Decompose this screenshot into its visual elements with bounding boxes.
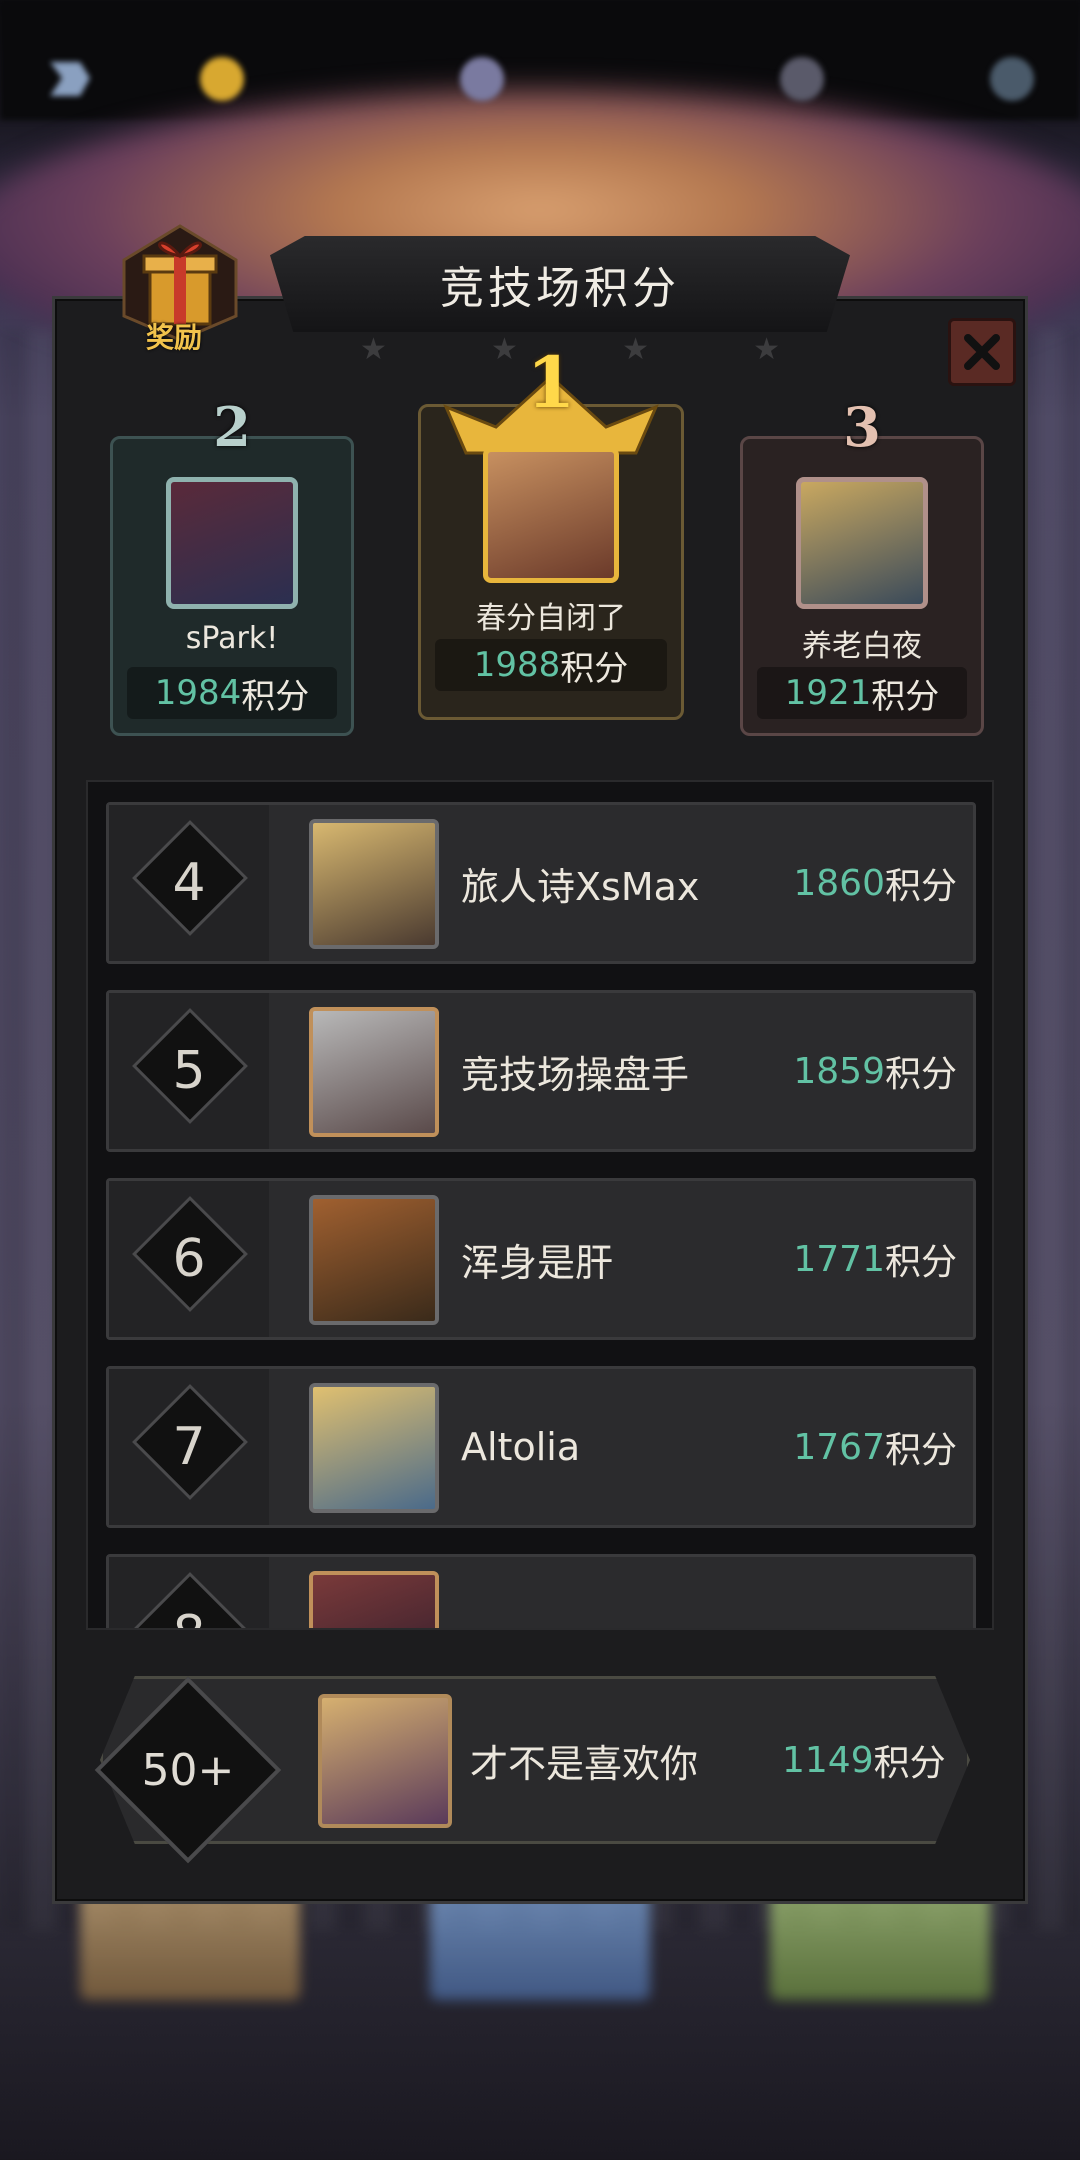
player-name: 春分自闭了 xyxy=(476,601,626,636)
rank-number: 7 xyxy=(172,1417,206,1477)
score-value: 1921 xyxy=(784,673,872,713)
player-score: 1771 积分 xyxy=(793,1181,957,1337)
player-score: 1860 积分 xyxy=(793,805,957,961)
podium-rank-2[interactable]: 2 sPark! 1984 积分 xyxy=(110,395,354,736)
score-unit: 积分 xyxy=(871,676,940,717)
podium-rank-number: 1 xyxy=(526,341,576,424)
avatar xyxy=(309,1007,439,1137)
back-icon xyxy=(40,52,100,106)
avatar xyxy=(309,819,439,949)
podium-rank-3[interactable]: 3 养老白夜 1921 积分 xyxy=(740,395,984,736)
player-name: 旅人诗XsMax xyxy=(461,864,700,909)
player-score: 1921 积分 xyxy=(757,667,967,719)
title-banner: 竞技场积分 xyxy=(270,236,850,332)
gold-coin-icon xyxy=(200,52,244,106)
my-rank: 50+ xyxy=(141,1744,235,1796)
ranking-row[interactable]: 5 竞技场操盘手 1859 积分 xyxy=(106,990,976,1152)
podium-rank-number: 2 xyxy=(213,395,251,459)
score-value: 1859 xyxy=(793,1050,885,1092)
score-value: 1984 xyxy=(154,673,242,713)
avatar xyxy=(309,1383,439,1513)
score-unit: 积分 xyxy=(884,1054,957,1095)
score-value: 1988 xyxy=(473,645,561,685)
player-name: 浑身是肝 xyxy=(461,1240,614,1285)
avatar xyxy=(796,477,928,609)
avatar xyxy=(309,1571,439,1628)
avatar xyxy=(318,1694,452,1828)
score-unit: 积分 xyxy=(873,1743,946,1784)
player-score: 1984 积分 xyxy=(127,667,337,719)
score-unit: 积分 xyxy=(560,648,629,689)
avatar xyxy=(309,1195,439,1325)
player-name: Altolia xyxy=(461,1425,581,1469)
score-unit: 积分 xyxy=(241,676,310,717)
score-value: 1860 xyxy=(793,862,885,904)
avatar xyxy=(483,447,619,583)
page-title: 竞技场积分 xyxy=(440,263,680,314)
close-icon xyxy=(964,334,1000,370)
avatar xyxy=(166,477,298,609)
ranking-row[interactable]: 7 Altolia 1767 积分 xyxy=(106,1366,976,1528)
rank-number: 6 xyxy=(172,1229,206,1289)
background-card xyxy=(80,1890,300,2000)
rank-number: 4 xyxy=(172,853,206,913)
background-card xyxy=(430,1890,650,2000)
podium-rank-number: 3 xyxy=(843,395,881,459)
my-score: 1149 积分 xyxy=(782,1676,946,1844)
settings-icon xyxy=(990,52,1034,106)
score-unit: 积分 xyxy=(884,866,957,907)
reward-label: 奖励 xyxy=(146,321,203,354)
player-name: 养老白夜 xyxy=(802,629,922,664)
player-name: sPark! xyxy=(185,621,279,656)
stamina-icon xyxy=(780,52,824,106)
gem-icon xyxy=(460,52,504,106)
score-value: 1767 xyxy=(793,1426,885,1468)
player-name: 竞技场操盘手 xyxy=(461,1052,690,1097)
player-score: 1859 积分 xyxy=(793,993,957,1149)
player-score: 1988 积分 xyxy=(435,639,667,691)
ranking-row[interactable]: 8 xyxy=(106,1554,976,1628)
background-card xyxy=(770,1890,990,2000)
player-score: 1767 积分 xyxy=(793,1369,957,1525)
score-value: 1149 xyxy=(782,1739,874,1781)
rank-number: 8 xyxy=(109,1557,269,1628)
score-unit: 积分 xyxy=(884,1242,957,1283)
podium-rank-1[interactable]: 1 春分自闭了 1988 积分 xyxy=(418,341,684,720)
my-name: 才不是喜欢你 xyxy=(470,1741,699,1786)
ranking-row[interactable]: 4 旅人诗XsMax 1860 积分 xyxy=(106,802,976,964)
close-button[interactable] xyxy=(948,318,1016,386)
score-unit: 积分 xyxy=(884,1430,957,1471)
ranking-list[interactable]: 4 旅人诗XsMax 1860 积分 5 竞技场操盘手 1859 积分 6 浑身是肝… xyxy=(86,780,994,1630)
score-value: 1771 xyxy=(793,1238,885,1280)
ranking-row[interactable]: 6 浑身是肝 1771 积分 xyxy=(106,1178,976,1340)
rank-number: 5 xyxy=(172,1041,206,1101)
